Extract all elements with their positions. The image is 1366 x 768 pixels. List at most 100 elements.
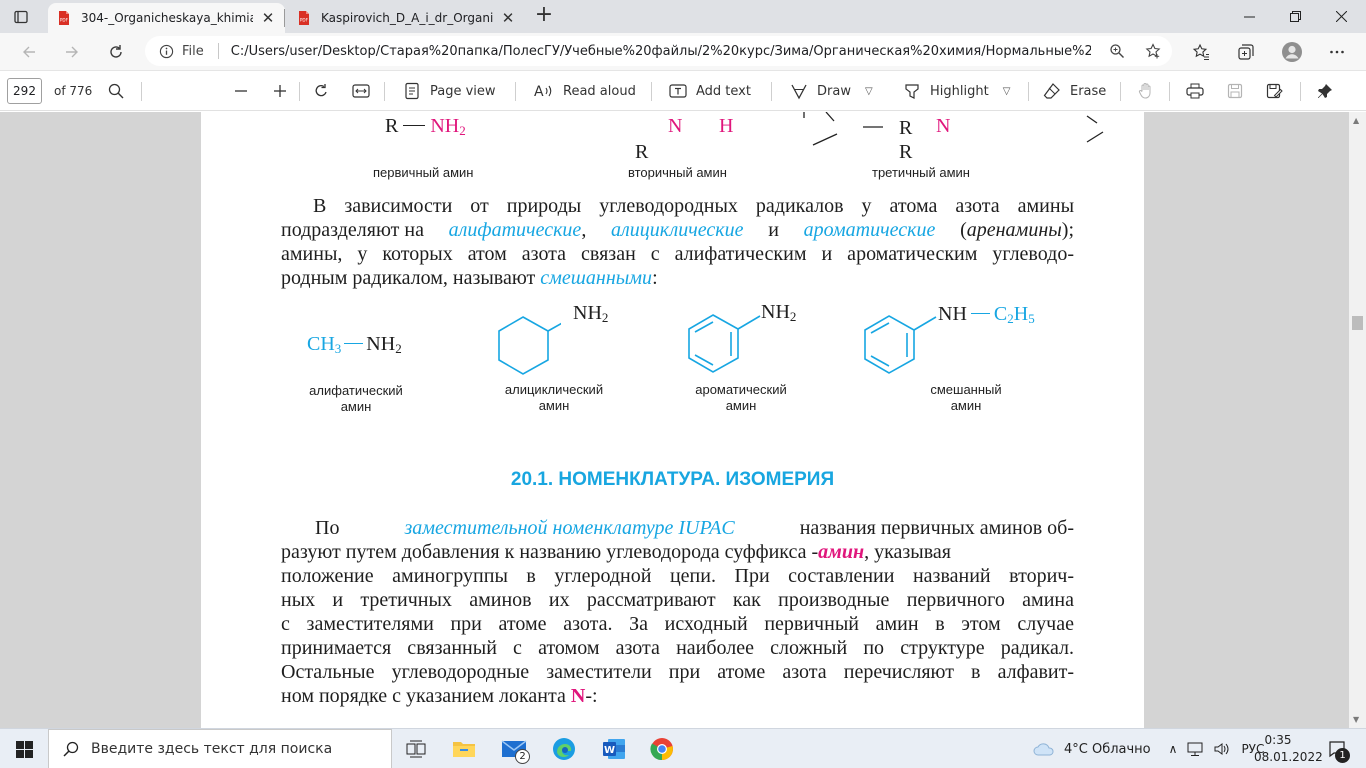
site-info-button[interactable]: File (159, 44, 204, 59)
network-icon[interactable] (1187, 741, 1205, 757)
caption-tertiary: третичный амин (872, 165, 970, 180)
amino-group: NH (430, 115, 460, 137)
alicyclic-amine-nh2: NH2 (573, 302, 608, 326)
text-line: разуют путем добавления к названию углев… (281, 540, 1074, 564)
read-aloud-button[interactable]: A Read aloud (534, 79, 636, 103)
chrome-icon (650, 738, 673, 761)
add-text-button[interactable]: Add text (669, 79, 751, 103)
close-icon (1335, 11, 1347, 22)
taskbar-search-box[interactable]: Введите здесь текст для поиска (48, 729, 392, 768)
clock[interactable]: 0:35 08.01.2022 (1254, 732, 1323, 766)
profile-button[interactable] (1277, 37, 1307, 67)
highlighter-icon (905, 84, 919, 99)
collections-button[interactable] (1231, 37, 1261, 67)
svg-text:A: A (534, 84, 544, 100)
url-text[interactable]: C:/Users/user/Desktop/Старая%20папка/Пол… (231, 44, 1091, 59)
cloud-weather-icon[interactable] (1032, 740, 1056, 758)
address-bar[interactable]: File C:/Users/user/Desktop/Старая%20папк… (145, 36, 1172, 66)
pdf-file-icon: PDF (59, 11, 69, 25)
refresh-button[interactable] (101, 37, 131, 67)
zoom-icon[interactable] (1109, 43, 1125, 59)
pin-icon (1318, 84, 1332, 98)
favorites-icon (1192, 43, 1209, 60)
chevron-down-icon[interactable]: ▽ (1003, 86, 1011, 97)
start-button[interactable] (0, 729, 48, 768)
text-span: подразделяют на (281, 219, 424, 241)
primary-amine-formula: R NH2 (385, 115, 466, 139)
highlight-button[interactable]: Highlight ▽ (903, 79, 1010, 103)
text-span: разуют путем добавления к названию углев… (281, 541, 819, 563)
caption-aromatic: ароматический амин (686, 382, 796, 414)
word-button[interactable]: W (590, 729, 638, 768)
mail-button[interactable]: 2 (490, 729, 538, 768)
restore-button[interactable] (1272, 0, 1318, 33)
page-number-input[interactable]: 292 (7, 78, 42, 104)
page-total: of 776 (54, 84, 93, 98)
close-tab-icon[interactable]: ✕ (499, 9, 517, 27)
save-as-button[interactable] (1263, 79, 1287, 103)
scroll-up-icon[interactable]: ▲ (1353, 116, 1359, 125)
edge-button[interactable] (540, 729, 588, 768)
fit-to-page-button[interactable] (349, 79, 373, 103)
pin-toolbar-button[interactable] (1313, 79, 1337, 103)
task-view-button[interactable] (392, 729, 440, 768)
text-span: ( (960, 219, 967, 241)
forward-button[interactable] (57, 37, 87, 67)
file-explorer-button[interactable] (440, 729, 488, 768)
erase-button[interactable]: Erase (1043, 79, 1106, 103)
minimize-icon (1243, 16, 1255, 18)
secondary-amine-h: H (719, 115, 733, 138)
text-line: амины, у которых атом азота связан с али… (281, 243, 1074, 265)
tab-pdf-organicheskaya[interactable]: PDF 304-_Organicheskaya_khimia_Ch ✕ (48, 3, 285, 33)
new-tab-button[interactable]: + (533, 4, 555, 27)
chevron-down-icon[interactable]: ▽ (865, 86, 873, 97)
zoom-out-button[interactable] (229, 79, 253, 103)
rotate-button[interactable] (309, 79, 333, 103)
minimize-button[interactable] (1226, 0, 1272, 33)
save-button[interactable] (1223, 79, 1247, 103)
back-button[interactable] (14, 37, 44, 67)
volume-icon[interactable] (1213, 741, 1231, 757)
touch-writing-button[interactable] (1134, 79, 1158, 103)
text-span: : (652, 267, 658, 289)
chevron-up-icon[interactable]: ∧ (1169, 742, 1178, 756)
add-favorite-icon[interactable] (1145, 43, 1161, 59)
amino-group: NH (366, 333, 396, 355)
notifications-button[interactable]: 1 (1314, 729, 1360, 768)
pdf-toolbar: 292 of 776 Page view A Read aloud Add te… (0, 70, 1366, 111)
caption-line: ароматический (695, 382, 787, 397)
text-span: и (768, 219, 779, 241)
locant-n: N (570, 685, 586, 707)
tab-pdf-kaspirovich[interactable]: PDF Kaspirovich_D_A_i_dr_Organiche ✕ (288, 3, 525, 33)
print-button[interactable] (1183, 79, 1207, 103)
chrome-button[interactable] (638, 729, 686, 768)
settings-menu-button[interactable] (1322, 37, 1352, 67)
weather-text[interactable]: 4°C Облачно (1064, 742, 1151, 757)
tab-actions-button[interactable] (8, 4, 34, 30)
task-view-icon (406, 740, 426, 758)
text-line: По заместительной номенклатуре IUPAC наз… (281, 516, 1074, 540)
subscript: 2 (395, 341, 402, 356)
draw-button[interactable]: Draw ▽ (790, 79, 873, 103)
term-substitutive-nomenclature: заместительной номенклатуре IUPAC (404, 517, 735, 539)
page-view-button[interactable]: Page view (403, 79, 496, 103)
close-tab-icon[interactable]: ✕ (259, 9, 277, 27)
vertical-scrollbar[interactable]: ▲ ▼ (1349, 112, 1366, 728)
windows-taskbar: Введите здесь текст для поиска 2 W 4°C О… (0, 728, 1366, 768)
zoom-in-button[interactable] (268, 79, 292, 103)
toolbar-separator (141, 82, 142, 101)
subscript: 5 (1028, 311, 1035, 326)
favorites-button[interactable] (1186, 37, 1216, 67)
find-button[interactable] (104, 79, 128, 103)
bond (970, 313, 990, 314)
methyl-group: CH (307, 333, 335, 355)
scroll-down-icon[interactable]: ▼ (1353, 715, 1359, 724)
close-window-button[interactable] (1318, 0, 1364, 33)
save-as-icon (1266, 83, 1283, 99)
pdf-viewport[interactable]: R NH2 N H R R N R первичный амин вторичны… (0, 112, 1366, 728)
scrollbar-thumb[interactable] (1352, 316, 1363, 330)
text-span: -: (585, 685, 598, 707)
toolbar-separator (1169, 82, 1170, 101)
r-group: R (899, 117, 913, 139)
text-line: ном порядке с указанием локанта N-: (281, 684, 1074, 708)
